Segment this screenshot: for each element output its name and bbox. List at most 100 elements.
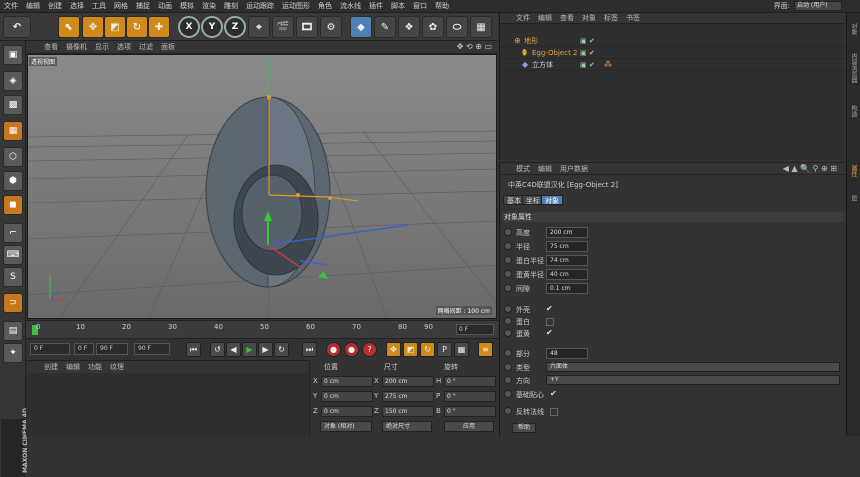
select-icon[interactable]: ⬉	[58, 16, 80, 38]
obj-menu-edit[interactable]: 编辑	[534, 13, 556, 23]
menu-help[interactable]: 帮助	[431, 1, 453, 11]
perspective-viewport[interactable]: 透视视图 网格间距 : 100 cm	[27, 54, 497, 319]
keyframe-selection-icon[interactable]: ?	[362, 342, 377, 357]
size-y-field[interactable]: 275 cm	[382, 391, 434, 402]
next-frame-icon[interactable]: ▶	[258, 342, 273, 357]
param-field[interactable]: 74 cm	[546, 255, 588, 266]
menu-mesh[interactable]: 网格	[110, 1, 132, 11]
next-key-icon[interactable]: ↻	[274, 342, 289, 357]
segments-field[interactable]: 48	[546, 348, 588, 359]
menu-edit[interactable]: 编辑	[22, 1, 44, 11]
vp-menu-display[interactable]: 显示	[91, 42, 113, 52]
menu-select[interactable]: 选择	[66, 1, 88, 11]
tab-attributes[interactable]: 属性	[849, 165, 858, 177]
rot-b-field[interactable]: 0 °	[444, 406, 496, 417]
check-box[interactable]: ✔	[546, 304, 553, 313]
undo-icon[interactable]: ↶	[3, 16, 31, 38]
obj-menu-file[interactable]: 文件	[512, 13, 534, 23]
param-field[interactable]: 75 cm	[546, 241, 588, 252]
check-box[interactable]	[546, 318, 554, 326]
scale-icon[interactable]: ◩	[104, 16, 126, 38]
render-picture-icon[interactable]: 🎞	[296, 16, 318, 38]
solo-icon[interactable]: ✦	[3, 343, 23, 363]
menu-character[interactable]: 角色	[314, 1, 336, 11]
floor-icon[interactable]: ▦	[470, 16, 492, 38]
render-view-icon[interactable]: 🎬	[272, 16, 294, 38]
obj-menu-object[interactable]: 对象	[578, 13, 600, 23]
subdivision-icon[interactable]: ❖	[398, 16, 420, 38]
axis-z-button[interactable]: Z	[224, 16, 246, 38]
animate-dot-icon[interactable]	[504, 305, 512, 313]
pen-icon[interactable]: ✎	[374, 16, 396, 38]
menu-plugins[interactable]: 插件	[365, 1, 387, 11]
menu-tools[interactable]: 工具	[88, 1, 110, 11]
polygons-mode-icon[interactable]: ◼	[3, 195, 23, 215]
menu-script[interactable]: 脚本	[387, 1, 409, 11]
mat-menu-create[interactable]: 创建	[40, 362, 62, 372]
menu-sculpt[interactable]: 雕刻	[220, 1, 242, 11]
object-row[interactable]: ⊕ 地形 ▣ ✔	[500, 35, 846, 47]
lock-workplane-icon[interactable]: ▤	[3, 321, 23, 341]
rotate-icon[interactable]: ↻	[126, 16, 148, 38]
key-position-icon[interactable]: ✥	[386, 342, 401, 357]
object-name[interactable]: 地形	[524, 35, 538, 47]
menu-animate[interactable]: 动画	[154, 1, 176, 11]
direction-select[interactable]: +Y	[546, 375, 840, 385]
obj-menu-view[interactable]: 查看	[556, 13, 578, 23]
axis-mode-icon[interactable]: ⌐	[3, 223, 23, 243]
animate-dot-icon[interactable]	[504, 407, 512, 415]
animate-dot-icon[interactable]	[504, 256, 512, 264]
animate-dot-icon[interactable]	[504, 390, 512, 398]
rot-p-field[interactable]: 0 °	[444, 391, 496, 402]
prev-key-icon[interactable]: ↺	[210, 342, 225, 357]
menu-render[interactable]: 渲染	[198, 1, 220, 11]
workplane-icon[interactable]: ▦	[3, 121, 23, 141]
key-rotation-icon[interactable]: ↻	[420, 342, 435, 357]
layout-select[interactable]: 启动 (用户)	[794, 1, 842, 11]
obj-menu-bookmarks[interactable]: 书签	[622, 13, 644, 23]
coord-mode-select[interactable]: 对象 (相对)	[320, 421, 372, 432]
timeline-end-frame[interactable]: 0 F	[456, 324, 494, 335]
deformer-icon[interactable]: ⬭	[446, 16, 468, 38]
animate-dot-icon[interactable]	[504, 270, 512, 278]
size-x-field[interactable]: 200 cm	[382, 376, 434, 387]
edges-mode-icon[interactable]: ⬢	[3, 171, 23, 191]
menu-mograph[interactable]: 运动图形	[278, 1, 314, 11]
obj-menu-tags[interactable]: 标签	[600, 13, 622, 23]
menu-window[interactable]: 窗口	[409, 1, 431, 11]
attr-menu-mode[interactable]: 模式	[512, 164, 534, 174]
timeline[interactable]: 0 10 20 30 40 50 60 70 80 90 0 F	[26, 320, 498, 338]
vp-menu-filter[interactable]: 过滤	[135, 42, 157, 52]
menu-simulate[interactable]: 模拟	[176, 1, 198, 11]
tab-objects[interactable]: 对象	[849, 23, 858, 35]
visibility-icon[interactable]: ▣ ✔	[580, 49, 595, 57]
vp-menu-options[interactable]: 选项	[113, 42, 135, 52]
animate-dot-icon[interactable]	[504, 363, 512, 371]
pos-y-field[interactable]: 0 cm	[321, 391, 373, 402]
egg-object[interactable]	[205, 96, 331, 288]
rot-h-field[interactable]: 0 °	[444, 376, 496, 387]
axis-x-button[interactable]: X	[178, 16, 200, 38]
check-box[interactable]: ✔	[546, 328, 553, 337]
phong-check[interactable]: ✔	[550, 389, 557, 398]
size-mode-select[interactable]: 绝对尺寸	[382, 421, 432, 432]
menu-create[interactable]: 创建	[44, 1, 66, 11]
object-name[interactable]: 立方体	[532, 59, 553, 71]
help-button[interactable]: 帮助	[512, 423, 536, 433]
animate-dot-icon[interactable]	[504, 349, 512, 357]
attr-menu-userdata[interactable]: 用户数据	[556, 164, 592, 174]
animate-dot-icon[interactable]	[504, 242, 512, 250]
object-row[interactable]: ⬮ Egg-Object 2 ▣ ✔	[500, 47, 846, 59]
points-mode-icon[interactable]: ⬡	[3, 147, 23, 167]
coord-system-icon[interactable]: ⌖	[248, 16, 270, 38]
record-icon[interactable]: ●	[326, 342, 341, 357]
cloner-icon[interactable]: ✿	[422, 16, 444, 38]
reverse-check[interactable]	[550, 408, 558, 416]
tab-structure[interactable]: 构造	[849, 105, 858, 117]
visibility-icon[interactable]: ▣ ✔	[580, 37, 595, 45]
key-param-icon[interactable]: P	[437, 342, 452, 357]
current-frame-field[interactable]: 0 F	[30, 343, 70, 355]
menu-motion-tracking[interactable]: 运动跟踪	[242, 1, 278, 11]
attr-nav-icons[interactable]: ◀ ▲ 🔍 ⚲ ⊕ ⊞	[783, 164, 837, 173]
vp-menu-panel[interactable]: 面板	[157, 42, 179, 52]
